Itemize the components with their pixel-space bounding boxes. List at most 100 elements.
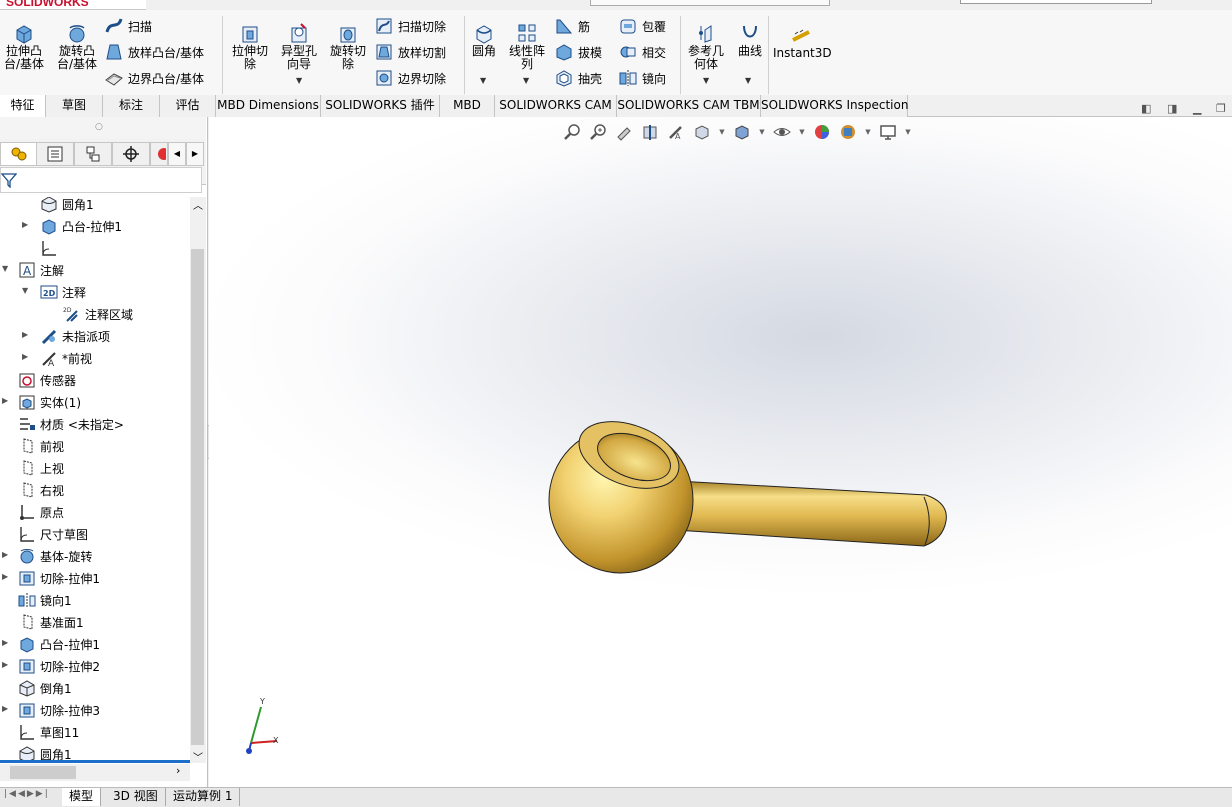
tree-item[interactable]: 实体(1) [18, 391, 81, 413]
sweep-cut-button[interactable]: 扫描切除 [374, 15, 446, 37]
draft-button[interactable]: 拔模 [554, 41, 602, 63]
tree-item[interactable]: 2D 注释 [40, 281, 86, 303]
revolve-cut-button[interactable]: 旋转切 除 [326, 22, 370, 71]
loft-cut-button[interactable]: 放样切割 [374, 41, 446, 63]
expand-arrow-icon[interactable]: ▶ [2, 550, 8, 559]
fillet-dropdown-icon[interactable]: ▼ [480, 76, 486, 85]
loft-boss-button[interactable]: 放样凸台/基体 [104, 41, 204, 63]
scroll-thumb[interactable] [191, 249, 204, 745]
reference-geometry-button[interactable]: 参考几 何体 [684, 22, 728, 71]
document-combo[interactable] [590, 0, 830, 6]
zoom-to-fit-icon[interactable] [561, 121, 583, 143]
rib-button[interactable]: 筋 [554, 15, 590, 37]
display-style-dropdown-icon[interactable]: ▼ [757, 121, 767, 143]
search-input[interactable] [960, 0, 1152, 4]
instant3d-button[interactable]: Instant3D [773, 24, 832, 60]
expand-arrow-icon[interactable]: ▶ [22, 330, 28, 339]
expand-arrow-icon[interactable]: ▶ [22, 220, 28, 229]
fillet-button[interactable]: 圆角 [467, 22, 501, 58]
tree-item[interactable]: 凸台-拉伸1 [18, 633, 100, 655]
view-orientation-icon[interactable] [691, 121, 713, 143]
wrap-button[interactable]: 包覆 [618, 15, 666, 37]
apply-scene-icon[interactable] [837, 121, 859, 143]
linear-pattern-button[interactable]: 线性阵 列 [505, 22, 549, 71]
tree-item[interactable] [40, 237, 62, 259]
view-settings-dropdown-icon[interactable]: ▼ [903, 121, 913, 143]
hole-wizard-button[interactable]: 异型孔 向导 [276, 22, 322, 71]
tab-nav-arrows-icon[interactable]: |◀◀▶▶| [4, 789, 50, 799]
boundary-cut-button[interactable]: 边界切除 [374, 67, 446, 89]
tab-motion-study-1[interactable]: 运动算例 1 [166, 788, 241, 806]
display-manager-tab[interactable] [150, 142, 168, 166]
dimxpert-tab[interactable] [112, 142, 150, 166]
tree-item[interactable]: 基体-旋转 [18, 545, 92, 567]
tree-vertical-scrollbar[interactable]: ︿ ﹀ [190, 197, 206, 764]
previous-view-icon[interactable] [613, 121, 635, 143]
tree-item[interactable]: 倒角1 [18, 677, 72, 699]
expand-arrow-icon[interactable]: ▶ [22, 352, 28, 361]
tree-item[interactable]: A *前视 [40, 347, 92, 369]
curves-button[interactable]: 曲线 [734, 22, 766, 58]
tree-item[interactable]: 草图11 [18, 721, 79, 743]
intersect-button[interactable]: 相交 [618, 41, 666, 63]
collapse-arrow-icon[interactable]: ▼ [2, 264, 8, 273]
dynamic-annotation-icon[interactable]: A [665, 121, 687, 143]
tab-mbd[interactable]: MBD [440, 95, 495, 117]
tree-horizontal-scrollbar[interactable]: › [0, 764, 190, 781]
mirror-button[interactable]: 镜向 [618, 67, 666, 89]
feature-manager-tab[interactable] [0, 142, 38, 166]
tree-item[interactable]: A 注解 [18, 259, 64, 281]
expand-arrow-icon[interactable]: ▶ [2, 572, 8, 581]
tree-item[interactable]: 前视 [18, 435, 64, 457]
tab-evaluate[interactable]: 评估 [160, 95, 216, 117]
tabs-scroll-right-icon[interactable]: ▶ [186, 142, 204, 166]
tab-3d-views[interactable]: 3D 视图 [106, 788, 166, 806]
graphics-area[interactable]: A ▼ ▼ ▼ ▼ ▼ Y X [209, 117, 1232, 787]
tab-model[interactable]: 模型 [62, 788, 102, 806]
tree-item[interactable]: 2D 注释区域 [63, 303, 133, 325]
configuration-manager-tab[interactable] [74, 142, 112, 166]
tab-markup[interactable]: 标注 [103, 95, 160, 117]
view-settings-icon[interactable] [877, 121, 899, 143]
hole-wizard-dropdown-icon[interactable]: ▼ [296, 76, 302, 85]
expand-arrow-icon[interactable]: ▶ [2, 660, 8, 669]
tree-item[interactable]: 传感器 [18, 369, 76, 391]
solidworks-logo[interactable]: SOLIDWORKS [0, 0, 146, 10]
tree-item[interactable]: 切除-拉伸1 [18, 567, 100, 589]
hide-show-items-icon[interactable] [771, 121, 793, 143]
tile-right-icon[interactable]: ◨ [1167, 102, 1177, 115]
tab-sketch[interactable]: 草图 [46, 95, 103, 117]
tree-filter[interactable] [0, 167, 202, 193]
tree-item[interactable]: 基准面1 [18, 611, 84, 633]
collapse-arrow-icon[interactable]: ▼ [22, 286, 28, 295]
tab-solidworks-cam[interactable]: SOLIDWORKS CAM [495, 95, 617, 117]
scroll-thumb[interactable] [10, 766, 76, 779]
tree-item[interactable]: 上视 [18, 457, 64, 479]
tab-solidworks-addins[interactable]: SOLIDWORKS 插件 [321, 95, 440, 117]
tree-item[interactable]: 原点 [18, 501, 64, 523]
tree-item[interactable]: 右视 [18, 479, 64, 501]
apply-scene-dropdown-icon[interactable]: ▼ [863, 121, 873, 143]
tab-solidworks-inspection[interactable]: SOLIDWORKS Inspection [761, 95, 908, 117]
scroll-down-icon[interactable]: ﹀ [193, 749, 203, 764]
shell-button[interactable]: 抽壳 [554, 67, 602, 89]
scroll-up-icon[interactable]: ︿ [193, 197, 203, 212]
display-style-icon[interactable] [731, 121, 753, 143]
expand-arrow-icon[interactable]: ▶ [2, 396, 8, 405]
tabs-scroll-left-icon[interactable]: ◀ [168, 142, 186, 166]
tab-features[interactable]: 特征 [0, 95, 46, 118]
tab-mbd-dimensions[interactable]: MBD Dimensions [216, 95, 321, 117]
part-model[interactable] [539, 417, 959, 587]
hide-show-dropdown-icon[interactable]: ▼ [797, 121, 807, 143]
scroll-right-icon[interactable]: › [176, 764, 180, 777]
boundary-boss-button[interactable]: 边界凸台/基体 [104, 67, 204, 89]
tree-item[interactable]: 材质 <未指定> [18, 413, 124, 435]
reference-geometry-dropdown-icon[interactable]: ▼ [703, 76, 709, 85]
expand-arrow-icon[interactable]: ▶ [2, 638, 8, 647]
edit-appearance-icon[interactable] [811, 121, 833, 143]
property-manager-tab[interactable] [36, 142, 74, 166]
tree-item[interactable]: 尺寸草图 [18, 523, 88, 545]
tree-item[interactable]: 切除-拉伸3 [18, 699, 100, 721]
tree-item[interactable]: 圆角1 [40, 197, 94, 215]
revolve-boss-button[interactable]: 旋转凸 台/基体 [54, 22, 100, 71]
